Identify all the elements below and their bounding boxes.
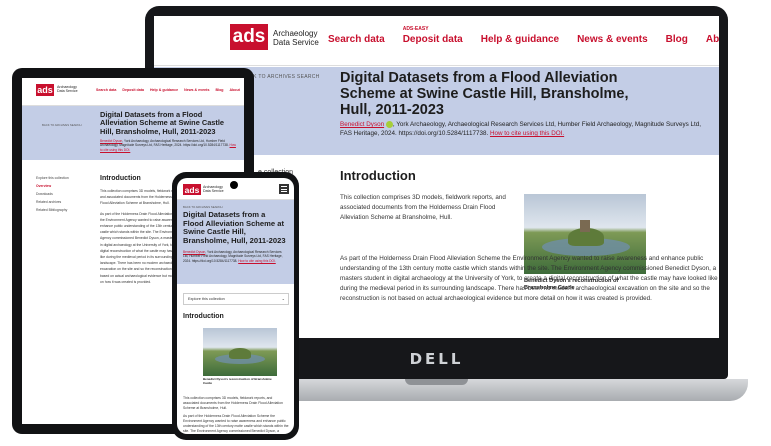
tablet-site-header: ads Archaeology Data Service Search data… — [22, 78, 244, 106]
nav-news-events[interactable]: News & events — [184, 88, 209, 92]
nav-search-data[interactable]: Search data — [96, 88, 116, 92]
sidebar-item-downloads[interactable]: Downloads — [36, 192, 86, 196]
intro-paragraph-1: This collection comprises 3D models, fie… — [340, 194, 506, 221]
nav-about[interactable]: About — [229, 88, 239, 92]
orcid-icon[interactable] — [385, 120, 393, 128]
tablet-intro-heading: Introduction — [100, 175, 141, 182]
phone-citation: Benedict Dyson, York Archaeology, Archae… — [183, 250, 283, 263]
author-link[interactable]: Benedict Dyson — [183, 250, 205, 254]
ads-logo[interactable]: ads — [36, 84, 54, 96]
author-link[interactable]: Benedict Dyson — [100, 139, 122, 143]
nav-search-data[interactable]: Search data — [328, 34, 385, 45]
ads-logo[interactable]: ads — [183, 184, 201, 195]
image-caption: Benedict Dyson's reconstruction of Brans… — [203, 377, 272, 385]
intro-paragraph-2: As part of the Holderness Drain Flood Al… — [340, 255, 718, 302]
sidebar-heading: Explore this collection — [36, 176, 69, 180]
phone-page-title: Digital Datasets from a Flood Alleviatio… — [183, 210, 286, 245]
nav-about[interactable]: About — [706, 34, 719, 45]
tablet-page-title: Digital Datasets from a Flood Alleviatio… — [100, 110, 225, 136]
explore-collection-dropdown[interactable]: Explore this collection ⌄ — [183, 293, 289, 305]
cite-doi-link[interactable]: How to cite using this DOI. — [490, 130, 564, 137]
nav-blog[interactable]: Blog — [666, 34, 688, 45]
sidebar-item-related-archives[interactable]: Related archives — [36, 200, 86, 204]
new-badge: ADS-EASY — [402, 26, 429, 32]
phone-camera — [230, 181, 238, 189]
nav-deposit-data[interactable]: ADS-EASY Deposit data — [403, 26, 463, 45]
nav-deposit-data[interactable]: Deposit data — [122, 88, 144, 92]
main-nav: Search data ADS-EASY Deposit data Help &… — [328, 26, 719, 45]
ads-logo-name: Archaeology Data Service — [273, 29, 319, 47]
tablet-main-nav: Search data Deposit data Help & guidance… — [96, 88, 240, 92]
citation: Benedict Dyson , York Archaeology, Archa… — [340, 120, 701, 137]
phone-device: ads Archaeology Data Service BACK TO ARC… — [172, 172, 299, 440]
back-to-search-link[interactable]: BACK TO ARCHIVES SEARCH — [183, 205, 223, 209]
back-to-search-link[interactable]: BACK TO ARCHIVES SEARCH — [42, 123, 82, 127]
ads-logo-name: Archaeology Data Service — [203, 185, 224, 193]
nav-blog[interactable]: Blog — [215, 88, 223, 92]
tablet-citation: Benedict Dyson, York Archaeology, Archae… — [100, 139, 236, 152]
phone-intro-text: This collection comprises 3D models, fie… — [183, 396, 289, 433]
site-header: ads Archaeology Data Service Search data… — [154, 16, 719, 66]
dell-logo: DELL — [409, 349, 464, 368]
sidebar-item-related-bibliography[interactable]: Related Bibliography — [36, 208, 86, 212]
nav-help-guidance[interactable]: Help & guidance — [481, 34, 559, 45]
laptop-base-notch — [405, 379, 468, 385]
chevron-down-icon: ⌄ — [281, 296, 285, 301]
page-title: Digital Datasets from a Flood Alleviatio… — [340, 70, 629, 118]
ads-logo-name: Archaeology Data Service — [57, 85, 78, 93]
ads-logo[interactable]: ads — [230, 24, 268, 50]
phone-screen: ads Archaeology Data Service BACK TO ARC… — [177, 178, 294, 434]
author-link[interactable]: Benedict Dyson — [340, 121, 384, 128]
sidebar-item-overview[interactable]: Overview — [36, 184, 86, 188]
intro-heading: Introduction — [340, 168, 416, 183]
castle-reconstruction-image — [203, 328, 277, 376]
cite-doi-link[interactable]: How to cite using this DOI. — [238, 259, 276, 263]
phone-intro-heading: Introduction — [183, 313, 224, 320]
hamburger-menu-icon[interactable] — [279, 184, 289, 194]
nav-news-events[interactable]: News & events — [577, 34, 648, 45]
nav-help-guidance[interactable]: Help & guidance — [150, 88, 178, 92]
tablet-sidebar: Explore this collection Overview Downloa… — [36, 176, 86, 216]
